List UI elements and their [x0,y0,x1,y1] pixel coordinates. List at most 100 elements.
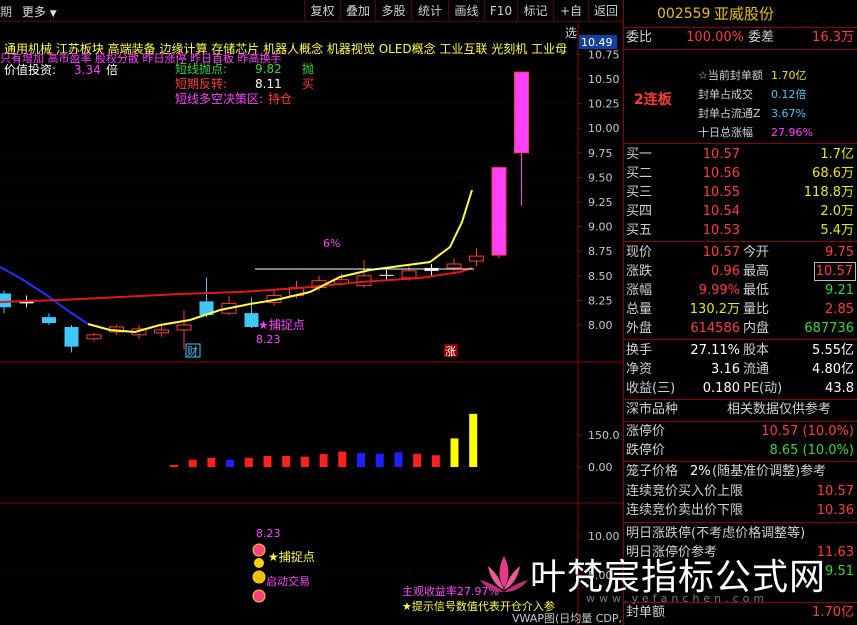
bell-icon [252,570,266,584]
volume-bar [300,456,309,467]
volume-bar [450,438,459,467]
toolbar-button-0[interactable]: 复权 [304,0,340,22]
toolbar-button-7[interactable]: +自选 [553,0,588,40]
stats-value: 5.55亿 [812,343,854,358]
seal-line-value: 0.12倍 [771,88,807,101]
bid-row: 买四 10.54 2.0万 [624,202,857,222]
candle-body [0,293,11,308]
volume-bar [469,413,478,467]
more-button[interactable]: 更多 [22,5,46,19]
bid-price: 10.55 [702,185,740,200]
kline-svg: 10.75 10.50 10.25 10.00 9.75 9.50 9.25 9.00 8.75… [0,22,623,625]
candle-body [379,274,394,276]
quote-value: 10.57 [702,245,740,260]
weicha-label: 委差 [748,30,775,45]
volume-bar [244,457,253,467]
catch-point-label: ★捕捉点 [258,317,305,332]
quote-label: 现价 [626,245,653,260]
quote-value: 9.21 [825,283,854,298]
lower-bottom: VWAP图(日均量 CDP,STD等) [512,611,623,625]
toolbar-button-1[interactable]: 叠加 [340,0,375,22]
limit-up-row: 涨停价 10.57 (10.0%) [624,422,857,442]
quote-label: 总量 [626,302,653,317]
candle-body [86,334,102,340]
smile-icon [252,589,266,603]
market-label: 深市品种 [626,402,679,417]
candle-body [244,313,259,327]
signal-label: 短线多空决策区: [175,92,263,106]
candle-body [491,167,507,256]
price-tick-label: 8.00 [588,319,613,332]
candle-body [446,263,462,269]
volume-bar [263,456,272,467]
toolbar-button-6[interactable]: 标记 [517,0,553,22]
bid-volume: 1.7亿 [820,147,854,162]
quote-value: 10.57 [814,262,856,281]
quote-value: 0.96 [711,264,740,279]
quote-row: 外盘 614586 内盘 687736 [624,319,857,339]
seal-line: 封单占流通Z 3.67% [624,104,857,124]
quote-value: 9.75 [825,245,854,260]
toolbar-button-8[interactable]: 返回 [588,0,623,22]
volume-bar [338,451,347,467]
watermark-url: www.yefanchen.com [586,592,769,605]
auction-buy-label: 连续竞价买入价上限 [626,484,744,499]
stats-label: 股本 [743,343,770,358]
bid-row: 买五 10.53 5.4万 [624,221,857,241]
toolbar-button-3[interactable]: 统计 [411,0,448,22]
weibi-label: 委比 [626,30,653,45]
seal-line-value: 1.70亿 [771,69,807,82]
candle-body [469,255,484,262]
star-icon [254,558,264,568]
quote-value: 130.2万 [689,302,740,317]
weibi-value: 100.00% [686,30,744,45]
cage-row: 笼子价格 2% (随基准价调整)参考 [624,462,857,482]
bid-volume: 2.0万 [820,204,854,219]
kline-chart[interactable]: 10.75 10.50 10.25 10.00 9.75 9.50 9.25 9.00 8.75… [0,22,623,625]
bid-label: 买一 [626,147,653,162]
limit-down-label: 跌停价 [626,443,666,458]
quote-label: 内盘 [743,321,770,336]
bid-volume: 118.8万 [803,185,854,200]
stats-value: 27.11% [690,343,740,358]
volume-bar [282,456,291,467]
lower-catch: ★捕捉点 [268,549,315,564]
value-invest-unit: 倍 [106,62,118,77]
volume-bar [413,453,422,467]
weicha-value: 16.3万 [812,30,854,45]
quote-row: 总量 130.2万 量比 2.85 [624,300,857,320]
signal-label: 短期反转: [175,76,227,91]
signal-value: 持仓 [268,91,292,106]
auction-buy-row: 连续竞价买入价上限 10.57 [624,482,857,502]
bid-label: 买四 [626,204,653,219]
lower-start: 启动交易 [266,574,310,588]
candle-body [401,270,417,279]
limit-down-value: 8.65 (10.0%) [769,443,854,458]
signal-value: 9.82 [255,62,282,76]
stats-value: 3.16 [711,362,740,377]
toolbar-button-2[interactable]: 多股 [375,0,411,22]
bid-row: 买二 10.56 68.6万 [624,164,857,184]
bid-price: 10.56 [702,166,740,181]
volume-bar [207,457,216,467]
quote-label: 涨跌 [626,264,653,279]
stock-header: 002559 亚威股份 [624,4,857,26]
bid-volume: 5.4万 [820,223,854,238]
stats-row: 净资 3.16 流通 4.80亿 [624,360,857,380]
seal-line-label: 封单占成交 [698,88,753,101]
toolbar-button-5[interactable]: F10 [484,0,517,22]
price-tick-label: 9.75 [588,147,613,160]
quote-value: 614586 [690,321,740,336]
signal-action: 买 [302,77,314,91]
candle-body [514,71,529,154]
ma-red-line [0,267,473,303]
marker-zhang: 涨 [445,345,456,358]
seal-line: 十日总涨幅 27.96% [624,123,857,143]
value-invest-value: 3.34 [74,63,101,77]
toolbar-button-4[interactable]: 画线 [448,0,484,22]
lower-price: 8.23 [256,527,281,540]
chevron-down-icon: ▼ [49,9,57,19]
value-invest-label: 价值投资: [4,62,56,77]
stats-value: 43.8 [825,381,854,396]
price-tick-label: 8.25 [588,294,613,307]
